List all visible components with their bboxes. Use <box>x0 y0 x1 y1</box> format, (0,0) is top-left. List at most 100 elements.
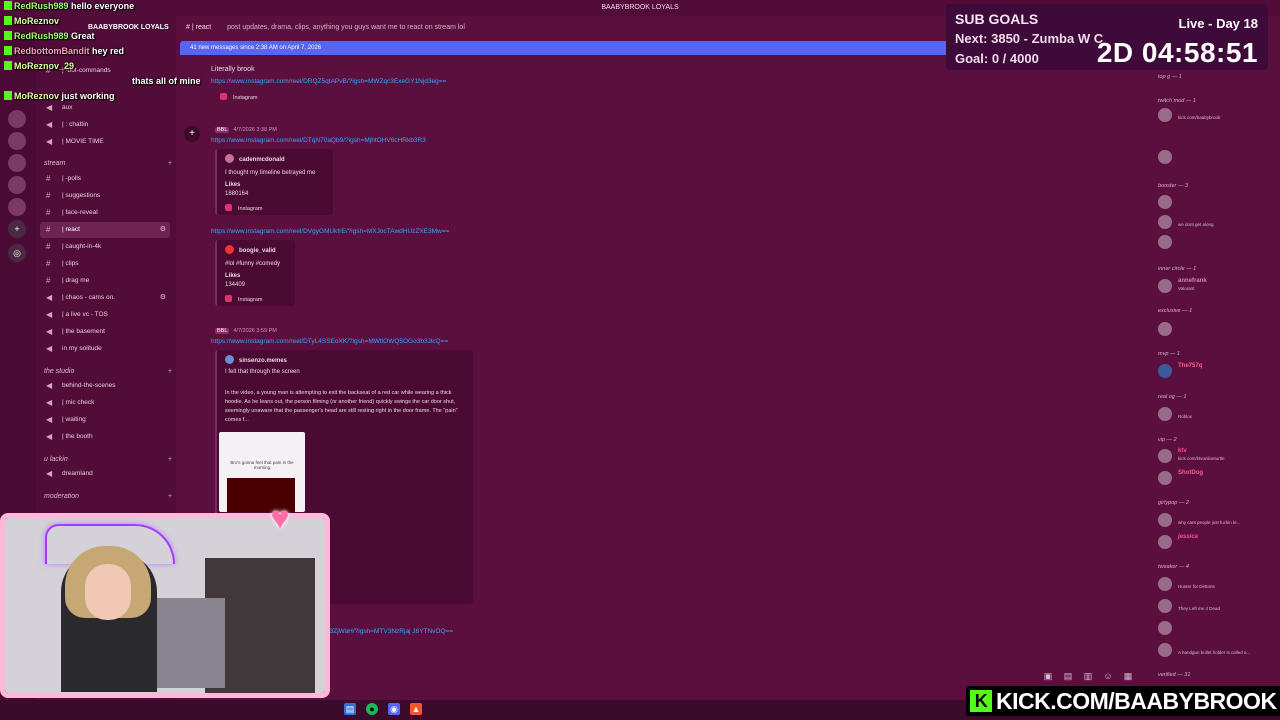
channel-face-reveal[interactable]: # | face-reveal <box>40 205 170 221</box>
text-channel-icon: # <box>46 208 51 217</box>
avatar <box>1158 407 1172 421</box>
speaker-icon: ◀ <box>46 293 53 302</box>
add-channel-icon[interactable]: + <box>168 456 172 463</box>
add-channel-icon[interactable]: + <box>168 368 172 375</box>
emoji-icon[interactable]: ☺ <box>1102 671 1114 683</box>
message-link[interactable]: https://www.instagram.com/reel/DVgyGMUkf… <box>211 228 449 235</box>
speaker-icon: ◀ <box>46 310 53 319</box>
explore-icon[interactable]: ◎ <box>8 244 26 262</box>
category-u-lackin[interactable]: u lackin + <box>44 456 172 463</box>
apps-icon[interactable]: ▦ <box>1122 671 1134 683</box>
discord-icon[interactable]: ◉ <box>388 703 400 715</box>
channel-waiting[interactable]: ◀ | waiting <box>40 412 170 428</box>
text-channel-icon: # <box>46 276 51 285</box>
kick-badge-icon <box>4 46 12 55</box>
member-item[interactable]: The757q <box>1154 362 1278 380</box>
channel-movie-time[interactable]: ◀ | MOVIE TIME <box>40 134 170 150</box>
category-stream[interactable]: stream + <box>44 160 172 167</box>
member-item[interactable]: annefrank Valorant <box>1154 277 1278 295</box>
member-category: real og — 1 <box>1158 394 1187 400</box>
member-item[interactable]: ktv kick.com/ktvonlineturtle <box>1154 447 1278 465</box>
channel-caught-in-4k[interactable]: # | caught-in-4k <box>40 239 170 255</box>
channel-mic-check[interactable]: ◀ | mic check <box>40 395 170 411</box>
channel-live-vc[interactable]: ◀ | a live vc - TOS <box>40 307 170 323</box>
gif-icon[interactable]: ▤ <box>1062 671 1074 683</box>
category-moderation[interactable]: moderation + <box>44 493 172 500</box>
channel-the-basement[interactable]: ◀ | the basement <box>40 324 170 340</box>
kick-badge-icon <box>4 61 12 70</box>
member-item[interactable] <box>1154 320 1278 338</box>
instagram-embed: cadenmcdonald I thought my timeline betr… <box>215 149 333 215</box>
sub-goals-widget: SUB GOALS Next: 3850 - Zumba W C Goal: 0… <box>946 4 1268 70</box>
member-item[interactable] <box>1154 619 1278 637</box>
message-link[interactable]: ...qa3ZjWaH/?igsh=MTV3NzRjaj J6YTNvOQ== <box>317 628 453 635</box>
avatar <box>1158 195 1172 209</box>
instagram-source[interactable]: Instagram <box>218 90 278 104</box>
channel-chaos-cams-on[interactable]: ◀ | chaos - cams on. ⚙ <box>40 290 170 306</box>
channel-polls[interactable]: # | -polls <box>40 171 170 187</box>
kick-badge-icon <box>4 16 12 25</box>
member-item[interactable]: we dont get along <box>1154 213 1278 231</box>
channel-behind-the-scenes[interactable]: ◀ behind-the-scenes <box>40 378 170 394</box>
member-item[interactable]: They Left me 4 Dead <box>1154 597 1278 615</box>
spotify-icon[interactable]: ● <box>366 703 378 715</box>
server-icon[interactable] <box>8 132 26 150</box>
member-item[interactable] <box>1154 233 1278 251</box>
avatar <box>1158 279 1172 293</box>
add-channel-icon[interactable]: + <box>168 160 172 167</box>
avatar <box>1158 364 1172 378</box>
channel-drag-me[interactable]: # | drag me <box>40 273 170 289</box>
message-link[interactable]: https://www.instagram.com/reel/DRQZ5qtAP… <box>211 78 446 85</box>
member-item[interactable]: A handgun bullet holder is called a... <box>1154 641 1278 659</box>
hash-icon: # <box>186 24 190 31</box>
message-input-bar[interactable]: ▣ ▤ ▥ ☺ ▦ <box>186 668 1146 688</box>
message-text: Literally brook <box>211 66 255 73</box>
add-channel-icon[interactable]: + <box>168 493 172 500</box>
server-icon[interactable] <box>8 110 26 128</box>
add-reaction-icon[interactable]: + <box>184 126 200 142</box>
server-icon[interactable] <box>8 198 26 216</box>
stream-timer: 2D 04:58:51 <box>1096 37 1258 68</box>
channel-in-my-solitude[interactable]: ◀ in my solitude <box>40 341 170 357</box>
member-item[interactable]: why cant people just fuckin le... <box>1154 511 1278 529</box>
member-category: twitch mod — 1 <box>1158 98 1196 104</box>
member-category: tweaker — 4 <box>1158 564 1189 570</box>
member-item[interactable]: Roblox <box>1154 405 1278 423</box>
channel-clips[interactable]: # | clips <box>40 256 170 272</box>
message-link[interactable]: https://www.instagram.com/reel/DTqN70aQb… <box>211 137 426 144</box>
settings-icon[interactable]: ⚙ <box>160 222 166 238</box>
channel-suggestions[interactable]: # | suggestions <box>40 188 170 204</box>
gift-icon[interactable]: ▣ <box>1042 671 1054 683</box>
browser-icon[interactable]: ▲ <box>410 703 422 715</box>
member-item[interactable]: kick.com/baabybrook <box>1154 106 1278 124</box>
server-icon[interactable] <box>8 154 26 172</box>
member-item[interactable]: ShotDog <box>1154 469 1278 487</box>
speaker-icon: ◀ <box>46 415 53 424</box>
avatar <box>225 154 234 163</box>
speaker-icon: ◀ <box>46 381 53 390</box>
member-category: top g — 1 <box>1158 74 1182 80</box>
message-link[interactable]: https://www.instagram.com/reel/DTyL4SSEo… <box>211 338 448 345</box>
channel-the-booth[interactable]: ◀ | the booth <box>40 429 170 445</box>
member-item[interactable]: jessica <box>1154 533 1278 551</box>
role-tag: BBL <box>215 328 230 334</box>
sticker-icon[interactable]: ▥ <box>1082 671 1094 683</box>
add-server-icon[interactable]: + <box>8 220 26 238</box>
channel-dreamland[interactable]: ◀ dreamland <box>40 466 170 482</box>
channel-react[interactable]: # | react ⚙ <box>40 222 170 238</box>
server-icon[interactable] <box>8 176 26 194</box>
member-category: inner circle — 1 <box>1158 266 1197 272</box>
settings-icon[interactable]: ⚙ <box>160 290 166 306</box>
channel-header: # | react post updates, drama, clips, an… <box>178 18 948 38</box>
instagram-icon <box>220 93 227 100</box>
member-item[interactable] <box>1154 193 1278 211</box>
text-channel-icon: # <box>46 174 51 183</box>
channel-topic[interactable]: post updates, drama, clips, anything you… <box>227 24 465 31</box>
app-icon[interactable]: ▤ <box>344 703 356 715</box>
channel-chattin[interactable]: ◀ | : chattin <box>40 117 170 133</box>
category-the-studio[interactable]: the studio + <box>44 368 172 375</box>
member-item[interactable]: Hunter for Dirttons <box>1154 575 1278 593</box>
avatar <box>1158 535 1172 549</box>
next-goal: Next: 3850 - Zumba W C <box>955 31 1104 46</box>
member-item[interactable] <box>1154 148 1278 166</box>
